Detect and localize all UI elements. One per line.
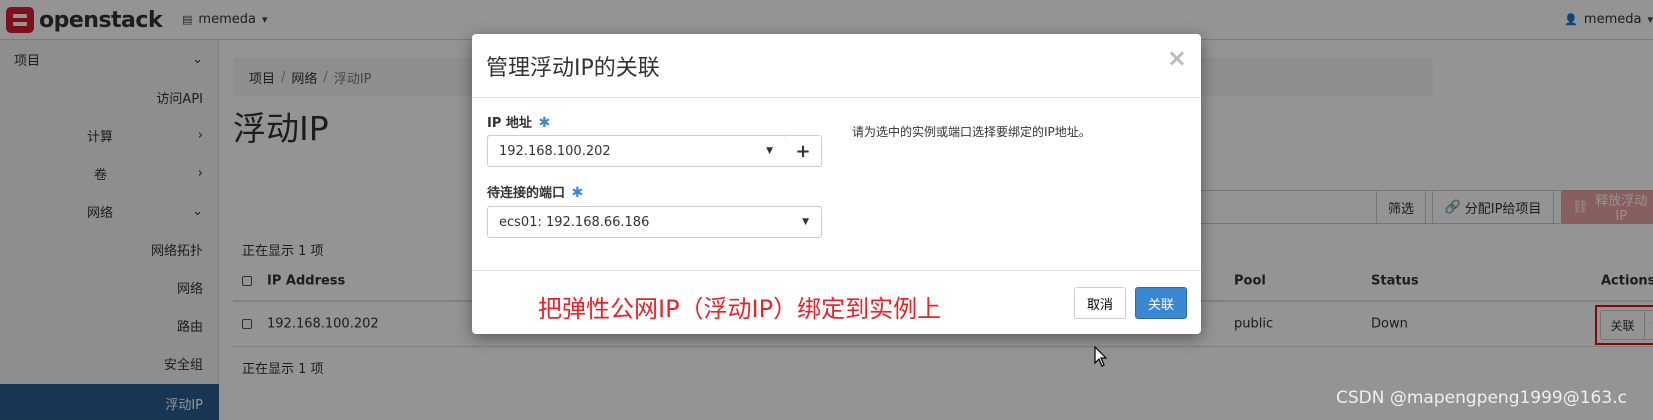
- ip-address-label: IP 地址 ✱: [487, 112, 550, 131]
- associate-floating-ip-modal: 管理浮动IP的关联 × IP 地址 ✱ 192.168.100.202 ▼ + …: [472, 34, 1201, 334]
- modal-footer: 把弹性公网IP（浮动IP）绑定到实例上 取消 关联: [472, 270, 1201, 334]
- required-asterisk-icon: ✱: [538, 115, 551, 131]
- port-label-text: 待连接的端口: [487, 186, 566, 201]
- caret-down-icon: ▼: [802, 217, 809, 227]
- modal-title: 管理浮动IP的关联: [486, 56, 660, 81]
- port-select[interactable]: ecs01: 192.168.66.186 ▼: [487, 206, 822, 238]
- ip-address-value: 192.168.100.202: [499, 143, 611, 159]
- modal-header: 管理浮动IP的关联 ×: [472, 34, 1201, 98]
- port-label: 待连接的端口 ✱: [487, 182, 583, 201]
- help-text: 请为选中的实例或端口选择要绑定的IP地址。: [852, 125, 1091, 139]
- associate-button[interactable]: 关联: [1135, 287, 1187, 319]
- ip-address-select[interactable]: 192.168.100.202 ▼: [487, 135, 786, 167]
- port-value: ecs01: 192.168.66.186: [499, 214, 650, 230]
- plus-icon: +: [795, 140, 811, 162]
- required-asterisk-icon: ✱: [571, 185, 584, 201]
- close-icon[interactable]: ×: [1167, 44, 1187, 72]
- allocate-ip-plus-button[interactable]: +: [785, 135, 822, 167]
- annotation-text: 把弹性公网IP（浮动IP）绑定到实例上: [538, 295, 942, 323]
- ip-address-label-text: IP 地址: [487, 116, 532, 131]
- watermark: CSDN @mapengpeng1999@163.c: [1336, 388, 1627, 408]
- mouse-cursor-icon: [1094, 346, 1108, 367]
- caret-down-icon: ▼: [766, 146, 773, 156]
- cancel-button[interactable]: 取消: [1074, 287, 1126, 319]
